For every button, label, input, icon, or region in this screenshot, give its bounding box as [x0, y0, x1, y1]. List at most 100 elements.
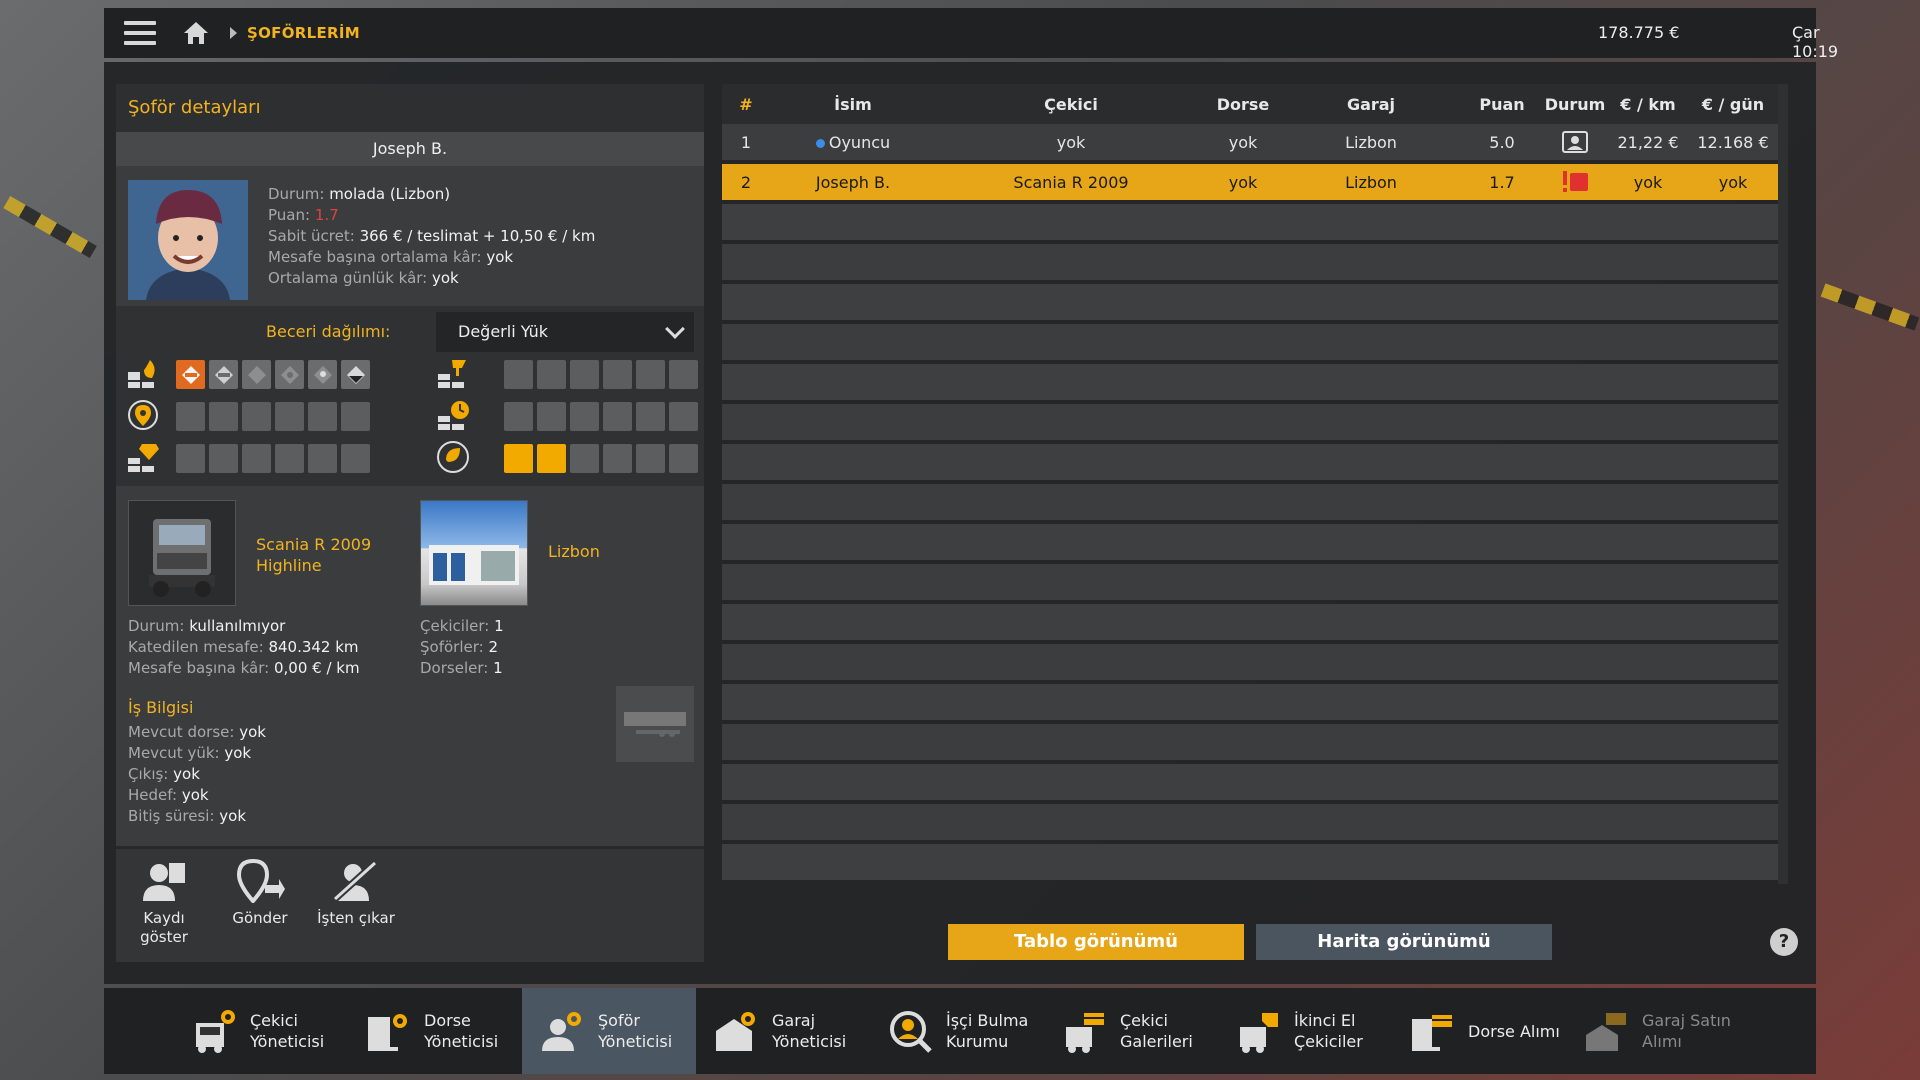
table-row-empty — [722, 804, 1778, 840]
skill-level-box — [209, 402, 238, 431]
nav-label: İşçi Bulma — [946, 1011, 1029, 1030]
skill-level-box — [537, 402, 566, 431]
send-location-icon — [236, 859, 285, 903]
row-truck: yok — [1056, 132, 1086, 152]
table-header: # İsim Çekici Dorse Garaj Puan Durum € /… — [722, 84, 1778, 124]
truck-thumbnail[interactable] — [128, 500, 236, 606]
fixed-wage-value: 366 € / teslimat + 10,50 € / km — [359, 227, 596, 245]
drivers-table: # İsim Çekici Dorse Garaj Puan Durum € /… — [722, 84, 1778, 884]
skill-level-box — [341, 402, 370, 431]
fire-button[interactable]: İşten çıkar — [308, 849, 404, 962]
breadcrumb[interactable]: ŞOFÖRLERİM — [247, 24, 360, 42]
skill-level-box — [341, 444, 370, 473]
show-record-button[interactable]: Kaydı göster — [116, 849, 212, 962]
truck-name-line2: Highline — [256, 556, 322, 575]
col-per-km[interactable]: € / km — [1608, 95, 1688, 114]
col-name[interactable]: İsim — [770, 95, 936, 114]
nav-garage-purchase[interactable]: Garaj Satın Alımı — [1566, 988, 1740, 1074]
bg-stripe — [1820, 283, 1920, 331]
garage-manager-icon — [716, 1012, 755, 1051]
table-row[interactable]: 1 Oyuncu yok yok Lizbon 5.0 21,22 € 12.1… — [722, 124, 1778, 160]
show-record-label-2: göster — [140, 928, 188, 946]
row-name: Joseph B. — [815, 172, 891, 192]
nav-garage-manager[interactable]: Garaj Yöneticisi — [696, 988, 870, 1074]
map-view-button[interactable]: Harita görünümü — [1256, 924, 1552, 960]
col-per-day[interactable]: € / gün — [1688, 95, 1778, 114]
send-label: Gönder — [232, 909, 288, 927]
nav-trailer-purchase[interactable]: Dorse Alımı — [1392, 988, 1566, 1074]
home-icon[interactable] — [182, 20, 210, 46]
menu-icon[interactable] — [124, 21, 156, 45]
score-value: 1.7 — [314, 206, 339, 224]
origin-value: yok — [173, 765, 200, 783]
row-trailer: yok — [1228, 172, 1258, 192]
fire-label: İşten çıkar — [317, 909, 395, 927]
skill-level-box — [275, 402, 304, 431]
col-num[interactable]: # — [722, 95, 770, 114]
avg-profit-day-value: yok — [432, 269, 459, 287]
table-row-empty — [722, 284, 1778, 320]
nav-driver-manager[interactable]: Şoför Yöneticisi — [522, 988, 696, 1074]
col-status[interactable]: Durum — [1542, 95, 1608, 114]
table-view-button[interactable]: Tablo görünümü — [948, 924, 1244, 960]
nav-truck-dealers[interactable]: Çekici Galerileri — [1044, 988, 1218, 1074]
table-row-empty — [722, 484, 1778, 520]
driver-manager-icon — [542, 1012, 581, 1051]
recruit-icon — [890, 1011, 932, 1053]
nav-recruitment[interactable]: İşçi Bulma Kurumu — [870, 988, 1044, 1074]
row-score: 1.7 — [1489, 172, 1515, 192]
col-trailer[interactable]: Dorse — [1206, 95, 1280, 114]
destination-value: yok — [181, 786, 209, 804]
col-garage[interactable]: Garaj — [1280, 95, 1462, 114]
skill-level-box — [603, 444, 632, 473]
table-scrollbar[interactable] — [1778, 84, 1788, 884]
driver-detail-panel: Şoför detayları Joseph B. Durum: molada … — [116, 84, 704, 962]
nav-label: Garaj — [772, 1011, 816, 1030]
garage-name[interactable]: Lizbon — [548, 542, 600, 561]
row-num: 1 — [740, 132, 752, 152]
high-value-icon — [128, 444, 159, 472]
distance-skill-row — [176, 402, 370, 431]
garage-trucks-label: Çekiciler: — [420, 617, 490, 635]
skill-level-box — [504, 402, 533, 431]
nav-trailer-manager[interactable]: Dorse Yöneticisi — [348, 988, 522, 1074]
table-row-empty — [722, 204, 1778, 240]
skill-level-box — [636, 444, 665, 473]
main-panel: Şoför detayları Joseph B. Durum: molada … — [104, 62, 1816, 984]
nav-truck-manager[interactable]: Çekici Yöneticisi — [174, 988, 348, 1074]
skill-level-box — [242, 444, 271, 473]
skill-level-box — [537, 360, 566, 389]
distance-label: Katedilen mesafe: — [128, 638, 264, 656]
driver-name: Joseph B. — [116, 132, 704, 166]
garage-thumbnail[interactable] — [420, 500, 528, 606]
nav-label: Yöneticisi — [250, 1032, 325, 1051]
nav-label: Kurumu — [946, 1032, 1009, 1051]
profit-km-value: 0,00 € / km — [273, 659, 360, 677]
distance-value: 840.342 km — [268, 638, 359, 656]
current-cargo-value: yok — [224, 744, 252, 762]
skill-level-box — [603, 402, 632, 431]
chevron-down-icon — [665, 319, 685, 339]
table-row-empty — [722, 644, 1778, 680]
nav-label: Çekici — [250, 1011, 298, 1030]
nav-used-trucks[interactable]: İkinci El Çekiciler — [1218, 988, 1392, 1074]
table-row-selected[interactable]: 2 Joseph B. Scania R 2009 yok Lizbon 1.7… — [722, 164, 1778, 200]
destination-label: Hedef: — [128, 786, 178, 804]
adr-icon — [128, 360, 155, 388]
money-display: 178.775 € — [1598, 23, 1680, 42]
send-button[interactable]: Gönder — [212, 849, 308, 962]
help-icon[interactable]: ? — [1770, 928, 1798, 956]
table-row-empty — [722, 684, 1778, 720]
skills-dropdown[interactable]: Değerli Yük — [436, 312, 694, 352]
col-score[interactable]: Puan — [1462, 95, 1542, 114]
truck-name[interactable]: Scania R 2009 Highline — [256, 534, 371, 576]
table-row-empty — [722, 324, 1778, 360]
row-name: Oyuncu — [828, 132, 891, 152]
distance-icon — [128, 400, 158, 430]
row-garage: Lizbon — [1345, 132, 1397, 152]
warning-icon — [1542, 169, 1608, 195]
row-num: 2 — [740, 172, 752, 192]
skill-level-box — [669, 360, 698, 389]
col-truck[interactable]: Çekici — [936, 95, 1206, 114]
bg-stripe — [3, 195, 97, 259]
